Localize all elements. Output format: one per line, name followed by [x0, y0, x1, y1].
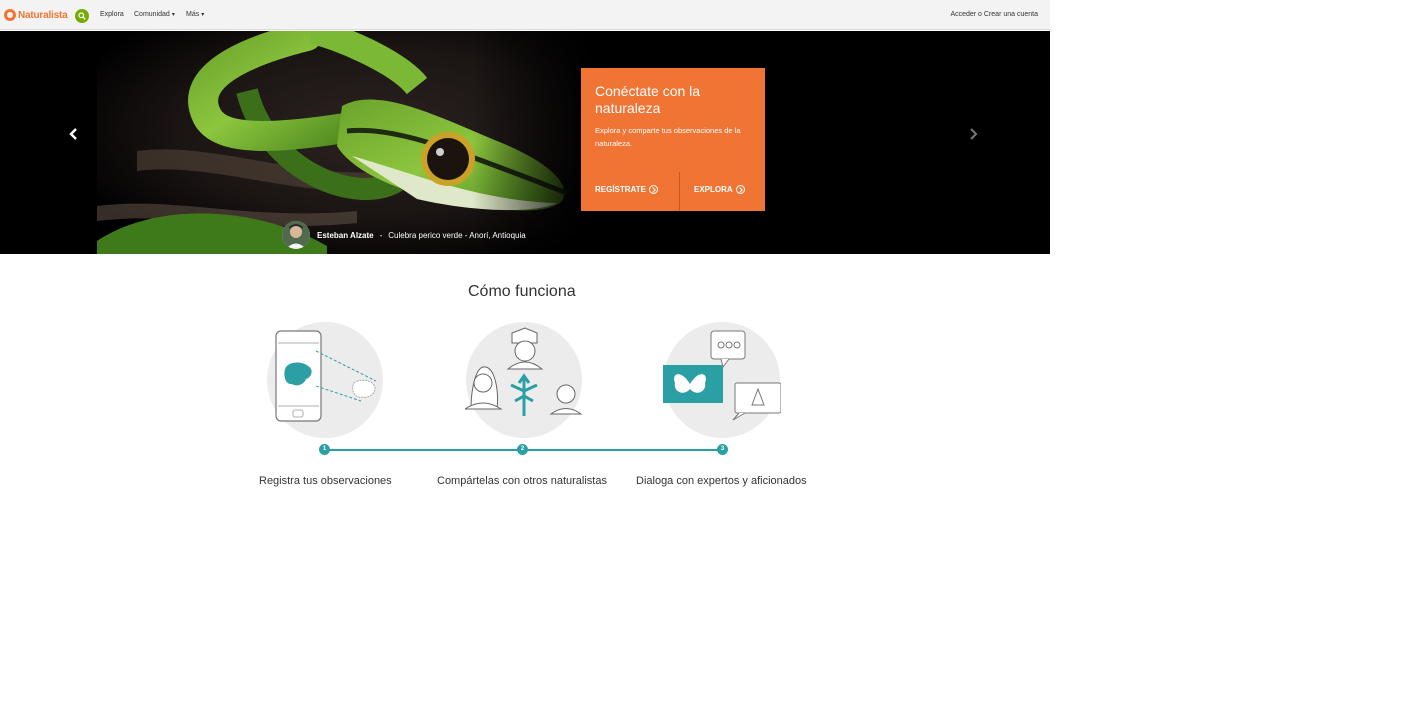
nav-comunidad-label: Comunidad [134, 11, 170, 18]
signup-promo-panel: Conéctate con la naturaleza Explora y co… [581, 68, 765, 211]
step-label-1: Registra tus observaciones [259, 475, 392, 487]
logo-icon [4, 9, 16, 21]
promo-divider [679, 172, 680, 211]
avatar[interactable] [282, 221, 310, 249]
step-label-2: Compártelas con otros naturalistas [437, 475, 607, 487]
explore-button-label: EXPLORA [694, 185, 733, 194]
photo-caption[interactable]: Culebra perico verde - Anorí, Antioquia [388, 231, 525, 240]
carousel-prev-button[interactable] [67, 127, 81, 141]
explore-button[interactable]: EXPLORA [694, 185, 745, 194]
share-naturalists-icon [465, 322, 583, 438]
promo-title: Conéctate con la naturaleza [595, 83, 701, 116]
nav-mas-label: Más [186, 11, 200, 18]
step-number-1: 1 [319, 444, 330, 455]
chevron-down-icon: ▾ [171, 12, 175, 18]
phone-observation-icon [267, 322, 383, 438]
arrow-circle-right-icon [648, 185, 658, 194]
arrow-circle-right-icon [735, 185, 745, 194]
credit-separator: - [379, 230, 383, 240]
register-button[interactable]: REGÍSTRATE [595, 185, 658, 194]
logo-text: Naturalista [18, 9, 68, 21]
top-nav-bar: Naturalista Explora Comunidad ▾ Más ▾ Acce… [0, 0, 1050, 30]
login-signup-link[interactable]: Acceder o Crear una cuenta [950, 11, 1038, 18]
dialog-experts-icon [663, 322, 781, 438]
hero-carousel: Conéctate con la naturaleza Explora y co… [0, 31, 1050, 254]
step-label-3: Dialoga con expertos y aficionados [636, 475, 807, 487]
photographer-name[interactable]: Esteban Alzate [317, 231, 374, 240]
photo-credit: Esteban Alzate - Culebra perico verde - An… [282, 221, 526, 249]
nav-comunidad[interactable]: Comunidad ▾ [134, 11, 175, 18]
carousel-next-button[interactable] [966, 127, 980, 141]
nav-mas[interactable]: Más ▾ [186, 11, 204, 18]
register-button-label: REGÍSTRATE [595, 185, 646, 194]
how-it-works-title: Cómo funciona [468, 283, 576, 300]
step-number-2: 2 [517, 444, 528, 455]
nav-explora[interactable]: Explora [100, 11, 124, 18]
promo-text: Explora y comparte tus observaciones de … [595, 126, 741, 148]
search-icon [78, 12, 86, 20]
site-logo[interactable]: Naturalista [4, 7, 68, 23]
search-button[interactable] [75, 9, 89, 23]
page: Naturalista Explora Comunidad ▾ Más ▾ Acce… [0, 0, 1409, 701]
step-number-3: 3 [717, 444, 728, 455]
chevron-down-icon: ▾ [201, 12, 205, 18]
